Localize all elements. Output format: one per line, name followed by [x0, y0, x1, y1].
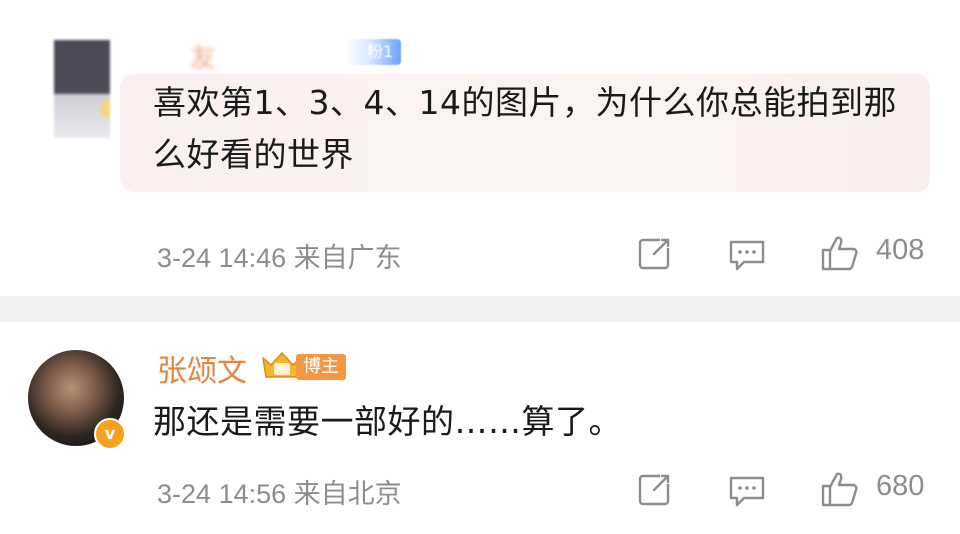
blogger-badge: 博主: [296, 354, 346, 380]
like-count: 680: [876, 470, 925, 502]
comment-text: 喜欢第1、3、4、14的图片，为什么你总能拍到那么好看的世界: [153, 83, 897, 174]
comment-time: 3-24 14:46: [157, 243, 287, 273]
comment-time: 3-24 14:56: [157, 479, 287, 509]
comment-icon[interactable]: [728, 474, 766, 508]
comment-meta: 3-24 14:46 来自广东: [157, 236, 402, 275]
comment-item: 友 粉1 喜欢第1、3、4、14的图片，为什么你总能拍到那么好看的世界 3-24…: [0, 0, 960, 296]
verified-badge: v: [94, 418, 126, 450]
comment-location: 来自广东: [293, 243, 402, 273]
comment-meta: 3-24 14:56 来自北京: [157, 472, 402, 511]
comment-icon[interactable]: [728, 238, 766, 272]
avatar[interactable]: [54, 40, 110, 138]
share-icon[interactable]: [636, 236, 672, 272]
username[interactable]: 友: [190, 38, 216, 75]
like-count: 408: [876, 234, 925, 266]
thumbs-up-icon[interactable]: [820, 470, 860, 508]
username[interactable]: 张颂文: [157, 346, 247, 390]
share-icon[interactable]: [636, 472, 672, 508]
divider: [0, 296, 960, 322]
comment-item: v 张颂文 博主 那还是需要一部好的……算了。 3-24 14:56 来自北京 …: [0, 322, 960, 534]
comment-location: 来自北京: [293, 479, 402, 509]
fan-badge: 粉1: [345, 39, 402, 65]
thumbs-up-icon[interactable]: [820, 234, 860, 272]
comment-text: 那还是需要一部好的……算了。: [153, 402, 622, 441]
